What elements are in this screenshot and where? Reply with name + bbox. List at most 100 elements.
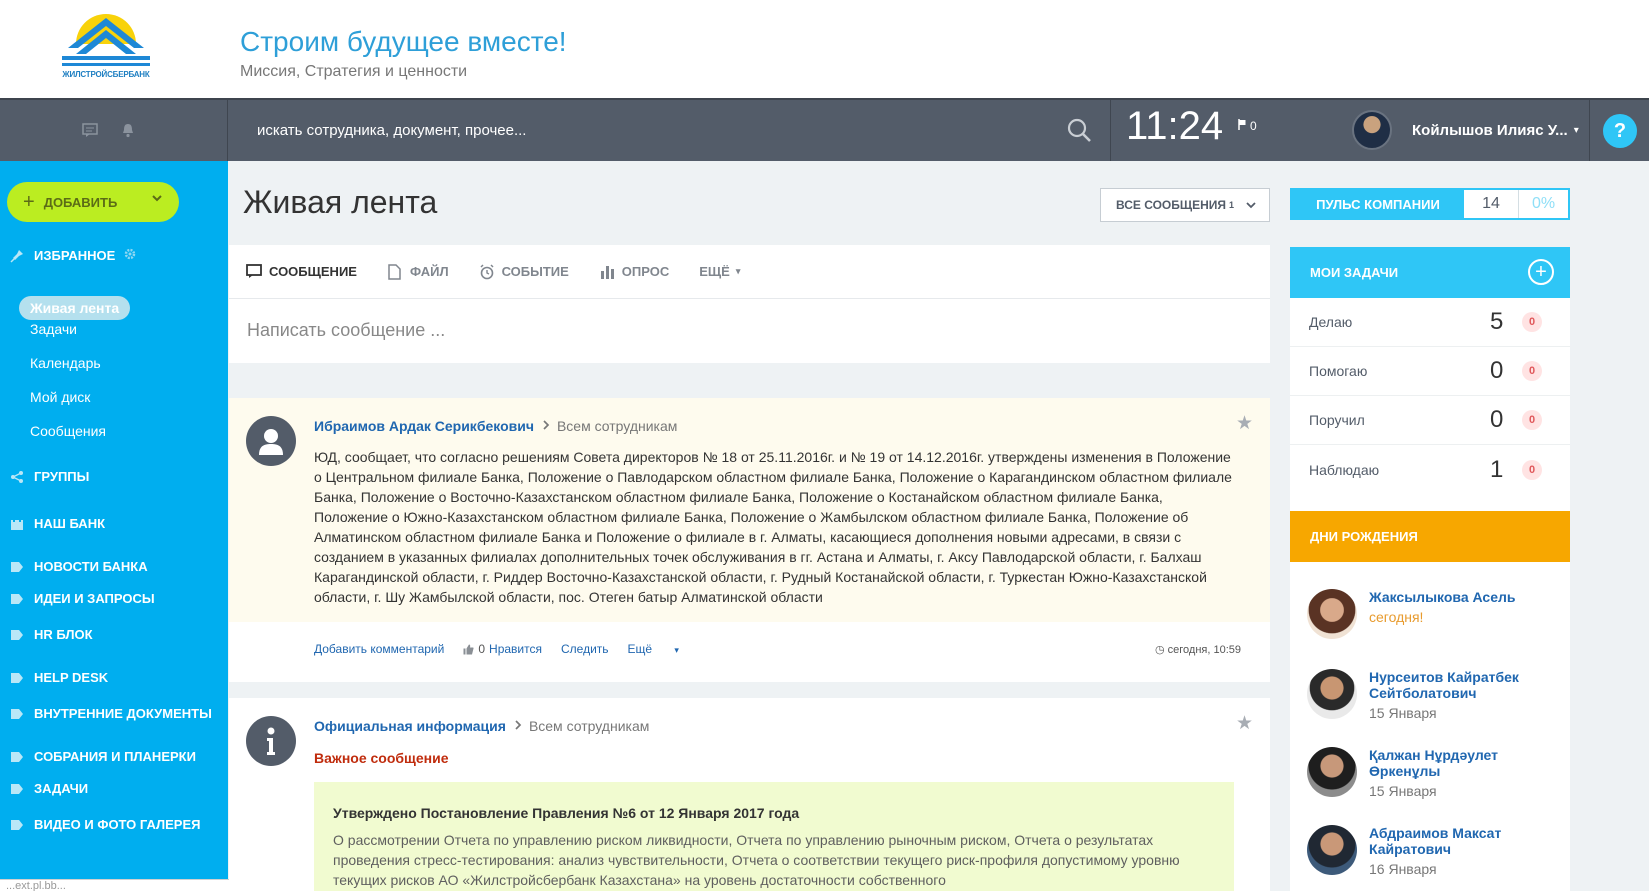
sidebar-section-favorites[interactable]: Избранное (9, 248, 136, 263)
post-author[interactable]: Официальная информация (314, 718, 506, 734)
birthday-name[interactable]: Нурсеитов Кайратбек Сейтболатович (1369, 669, 1559, 701)
sidebar-item-calendar[interactable]: Календарь (30, 355, 101, 371)
more-menu[interactable]: Ещё ▾ (628, 642, 679, 656)
birthday-item[interactable]: Нурсеитов Кайратбек Сейтболатович 15 Янв… (1307, 669, 1559, 721)
work-flag[interactable]: 0 (1238, 119, 1257, 133)
avatar[interactable] (1352, 110, 1392, 150)
task-row-helping[interactable]: Помогаю 0 0 (1290, 347, 1570, 396)
feed-filter-button[interactable]: Все сообщения 1 (1100, 188, 1270, 222)
topbar-notifications (0, 100, 228, 161)
post-author[interactable]: Ибраимов Ардак Серикбекович (314, 418, 534, 434)
birthday-name[interactable]: Қалжан Нұрдәулет Өркенұлы (1369, 747, 1559, 779)
sidebar-section-gallery[interactable]: Видео и фото галерея (9, 817, 200, 832)
help-button[interactable]: ? (1603, 114, 1637, 148)
sidebar-section-internal-docs[interactable]: Внутренние документы (9, 706, 212, 721)
user-icon (259, 429, 283, 455)
site-title[interactable]: Строим будущее вместе! (240, 26, 567, 58)
sidebar-section-ideas[interactable]: Идеи и запросы (9, 591, 155, 606)
logo-caption: ЖИЛСТРОЙСБЕРБАНК (62, 70, 150, 79)
tag-icon (9, 627, 24, 642)
star-icon[interactable]: ★ (1236, 712, 1253, 735)
avatar[interactable] (1307, 747, 1357, 797)
search-input[interactable] (228, 100, 1066, 161)
task-badge: 0 (1522, 410, 1542, 430)
sidebar-section-meetings[interactable]: Собрания и планерки (9, 749, 196, 764)
sidebar-section-hr[interactable]: HR блок (9, 627, 93, 642)
birthday-item[interactable]: Абдраимов Максат Кайратович 16 Января (1307, 825, 1559, 877)
sidebar-section-our-bank[interactable]: Наш банк (9, 516, 105, 531)
sidebar-item-tasks[interactable]: Задачи (30, 321, 77, 337)
task-row-watching[interactable]: Наблюдаю 1 0 (1290, 445, 1570, 494)
site-subtitle[interactable]: Миссия, Стратегия и ценности (240, 63, 467, 81)
sidebar-section-groups[interactable]: Группы (9, 469, 89, 484)
post-destination[interactable]: Всем сотрудникам (557, 418, 677, 434)
birthday-name[interactable]: Жаксылыкова Асель (1369, 589, 1559, 605)
birthday-date: сегодня! (1369, 609, 1424, 625)
clock[interactable]: 11:24 (1126, 104, 1223, 149)
tab-file[interactable]: Файл (387, 263, 449, 280)
caret-down-icon[interactable]: ▾ (1574, 125, 1579, 136)
logo-graphic (58, 14, 154, 74)
important-message: Утверждено Постановление Правления №6 от… (314, 782, 1234, 891)
birthday-info: Қалжан Нұрдәулет Өркенұлы 15 Января (1369, 747, 1559, 799)
add-button[interactable]: + Добавить (7, 182, 179, 222)
composer-tabs: Сообщение Файл Событие Опрос Ещё ▾ (229, 245, 1270, 299)
tag-icon (9, 706, 24, 721)
like-button[interactable]: 0 Нравится (463, 642, 542, 656)
sidebar-section-bank-news[interactable]: Новости банка (9, 559, 148, 574)
tab-message[interactable]: Сообщение (246, 264, 357, 280)
post-time[interactable]: ◷ сегодня, 10:59 (1155, 643, 1241, 656)
add-button-label: Добавить (43, 194, 118, 210)
tasks-header[interactable]: Мои задачи + (1290, 247, 1570, 298)
tab-label: Сообщение (269, 264, 357, 279)
user-menu[interactable]: Койлышов Илияс У... ▾ (1352, 109, 1579, 151)
task-badge: 0 (1522, 312, 1542, 332)
thumbs-up-icon (463, 644, 474, 654)
sidebar-section-label: Группы (34, 469, 90, 484)
feed-filter-count: 1 (1229, 200, 1235, 210)
avatar[interactable] (246, 416, 296, 466)
task-row-assigned[interactable]: Поручил 0 0 (1290, 396, 1570, 445)
sidebar-item-my-disk[interactable]: Мой диск (30, 389, 90, 405)
avatar[interactable] (1307, 589, 1357, 639)
add-comment-link[interactable]: Добавить комментарий (314, 642, 444, 656)
like-count: 0 (478, 642, 486, 656)
sidebar-item-live-feed[interactable]: Живая лента (19, 296, 131, 320)
bell-icon[interactable] (118, 120, 138, 140)
chat-icon[interactable] (80, 120, 100, 140)
task-count: 0 (1490, 357, 1504, 384)
company-pulse[interactable]: Пульс компании 14 0% (1290, 188, 1570, 220)
feed-post: Ибраимов Ардак Серикбекович Всем сотрудн… (229, 398, 1270, 682)
birthday-item[interactable]: Жаксылыкова Асель сегодня! (1307, 589, 1559, 639)
task-label: Делаю (1309, 314, 1353, 330)
search-icon[interactable] (1066, 117, 1094, 145)
sidebar-section-label: HR блок (34, 627, 93, 642)
post-timestamp: сегодня, 10:59 (1167, 644, 1241, 656)
message-input[interactable] (229, 299, 1270, 361)
task-row-doing[interactable]: Делаю 5 0 (1290, 298, 1570, 347)
follow-link[interactable]: Следить (561, 642, 609, 656)
tasks-title: Мои задачи (1310, 265, 1399, 280)
avatar[interactable] (246, 716, 296, 766)
birthday-item[interactable]: Қалжан Нұрдәулет Өркенұлы 15 Января (1307, 747, 1559, 799)
user-name[interactable]: Койлышов Илияс У... (1412, 122, 1568, 139)
gear-icon[interactable] (124, 248, 136, 263)
birthday-name[interactable]: Абдраимов Максат Кайратович (1369, 825, 1559, 857)
page-title: Живая лента (243, 184, 438, 220)
sidebar-section-help-desk[interactable]: Help Desk (9, 670, 108, 685)
tab-poll[interactable]: Опрос (599, 264, 669, 280)
avatar[interactable] (1307, 825, 1357, 875)
tab-more[interactable]: Ещё ▾ (699, 264, 740, 279)
sidebar-section-tasks[interactable]: Задачи (9, 781, 88, 796)
star-icon[interactable]: ★ (1236, 412, 1253, 435)
avatar[interactable] (1307, 669, 1357, 719)
sidebar-item-messages[interactable]: Сообщения (30, 423, 106, 439)
post-destination[interactable]: Всем сотрудникам (529, 718, 649, 734)
more-label: Ещё (627, 642, 653, 656)
topbar-divider (1589, 100, 1590, 161)
post-composer: Сообщение Файл Событие Опрос Ещё ▾ (229, 245, 1270, 363)
my-tasks-widget: Мои задачи + Делаю 5 0 Помогаю 0 0 Поруч… (1290, 247, 1570, 523)
tab-event[interactable]: Событие (479, 263, 569, 280)
bank-logo[interactable]: ЖИЛСТРОЙСБЕРБАНК (58, 10, 154, 82)
plus-circle-icon[interactable]: + (1528, 259, 1554, 285)
